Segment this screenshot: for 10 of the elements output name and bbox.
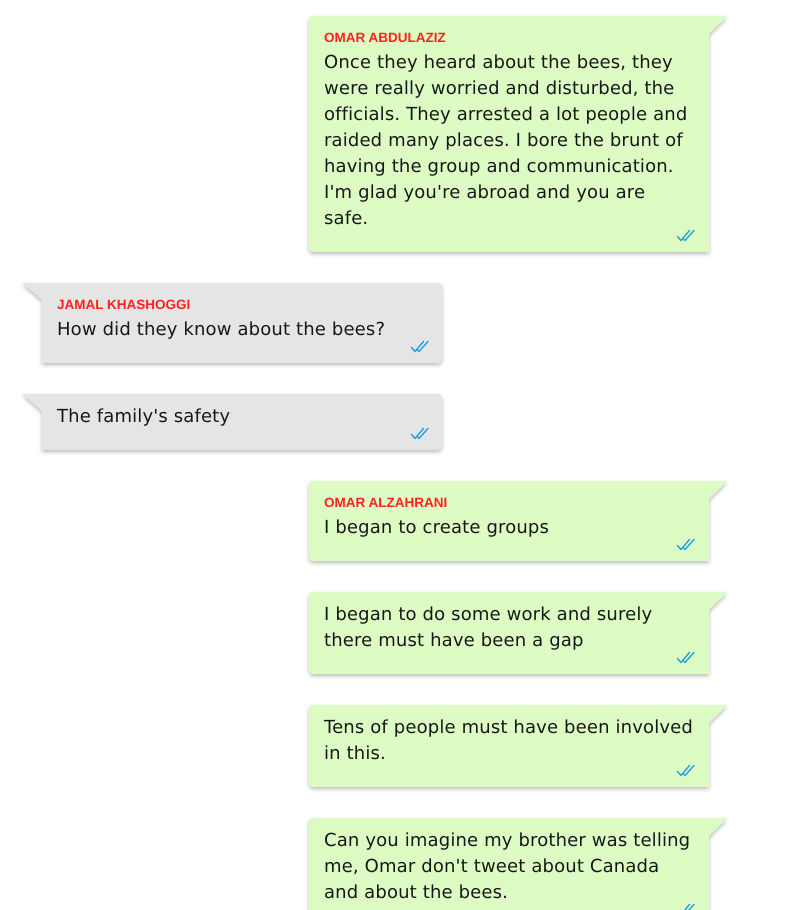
sender-name: OMAR ABDULAZIZ — [324, 29, 446, 47]
message-text: Once they heard about the bees, they were really worried and disturbed, the officials. They arrested a lot people and raided many places. I bore the brunt of having the group and communication. I'm glad you're abroad and you are safe. — [324, 51, 688, 231]
sender-name: OMAR ALZAHRANI — [324, 494, 448, 512]
message-text: Can you imagine my brother was telling me, Omar don't tweet about Canada and about the bees. — [324, 829, 692, 905]
message-text: I began to do some work and surely there must have been a gap — [324, 603, 654, 653]
message-text: The family's safety — [57, 405, 232, 429]
message-text: How did they know about the bees? — [57, 318, 386, 342]
sender-name: JAMAL KHASHOGGI — [57, 296, 190, 314]
message-text: I began to create groups — [324, 516, 550, 540]
message-text: Tens of people must have been involved in this. — [324, 716, 694, 766]
